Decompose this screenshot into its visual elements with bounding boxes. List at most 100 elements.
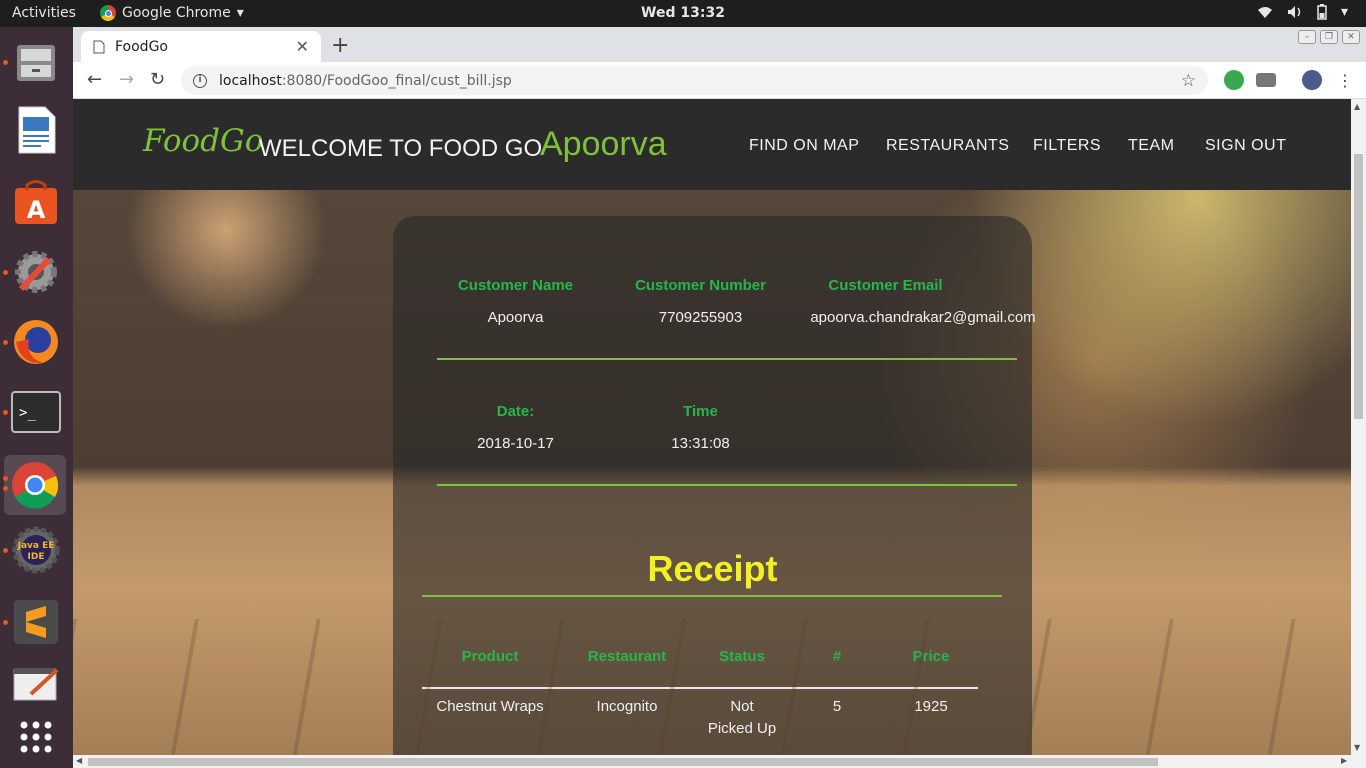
dock-running-indicator xyxy=(3,60,8,65)
customer-email-value: apoorva.chandrakar2@gmail.com xyxy=(810,309,1036,326)
col-header-qty: # xyxy=(832,648,842,665)
user-name: Apoorva xyxy=(540,125,667,163)
nav-restaurants[interactable]: RESTAURANTS xyxy=(886,137,1009,155)
page-icon xyxy=(93,40,105,53)
clock[interactable]: Wed 13:32 xyxy=(641,5,725,21)
power-menu-chevron-icon: ▾ xyxy=(1340,4,1348,20)
url-path: :8080/FoodGoo_final/cust_bill.jsp xyxy=(281,72,512,89)
table-header-rule xyxy=(422,687,978,689)
restore-button[interactable]: ❐ xyxy=(1320,30,1338,44)
close-window-button[interactable]: ✕ xyxy=(1342,30,1360,44)
dock-terminal[interactable]: >_ xyxy=(9,385,63,439)
customer-email-label: Customer Email xyxy=(828,277,943,294)
page-content: FoodGo WELCOME TO FOOD GO Apoorva FIND O… xyxy=(73,99,1351,755)
svg-text:IDE: IDE xyxy=(28,552,45,562)
dock-firefox[interactable] xyxy=(9,315,63,369)
nav-sign-out[interactable]: SIGN OUT xyxy=(1205,137,1286,155)
show-applications-button[interactable] xyxy=(9,710,63,764)
date-value: 2018-10-17 xyxy=(477,435,554,452)
nav-find-on-map[interactable]: FIND ON MAP xyxy=(749,137,859,155)
notepad-icon xyxy=(13,668,59,701)
scroll-right-arrow-icon[interactable]: ▶ xyxy=(1341,756,1347,765)
cell-qty: 5 xyxy=(832,698,842,715)
chrome-icon xyxy=(12,462,59,509)
vertical-scroll-thumb[interactable] xyxy=(1354,154,1363,419)
scroll-up-arrow-icon[interactable]: ▲ xyxy=(1354,102,1360,111)
minimize-button[interactable]: – xyxy=(1298,30,1316,44)
dock-running-indicator xyxy=(3,548,8,553)
section-divider xyxy=(437,358,1017,360)
new-tab-button[interactable]: + xyxy=(331,33,349,58)
col-header-product: Product xyxy=(461,648,519,665)
site-navbar: FoodGo WELCOME TO FOOD GO Apoorva FIND O… xyxy=(73,99,1351,190)
horizontal-scroll-thumb[interactable] xyxy=(88,758,1158,766)
dock-chrome[interactable] xyxy=(4,455,66,515)
vertical-scrollbar[interactable]: ▲ ▼ xyxy=(1351,99,1366,755)
cell-status-line1: Not xyxy=(730,698,754,715)
reload-icon[interactable]: ↻ xyxy=(150,69,165,90)
scroll-down-arrow-icon[interactable]: ▼ xyxy=(1354,743,1360,752)
url-host: localhost xyxy=(219,72,282,89)
dock-files[interactable] xyxy=(9,35,63,89)
dock-system-settings[interactable] xyxy=(9,245,63,299)
scroll-left-arrow-icon[interactable]: ◀ xyxy=(76,756,82,765)
tab-foodgo[interactable]: FoodGo ✕ xyxy=(81,31,321,62)
time-value: 13:31:08 xyxy=(671,435,730,452)
brand-logo[interactable]: FoodGo xyxy=(143,123,263,159)
col-header-status: Status xyxy=(719,648,765,665)
dock-running-indicator xyxy=(3,476,8,481)
cell-status-line2: Picked Up xyxy=(707,720,777,737)
close-tab-icon[interactable]: ✕ xyxy=(296,37,309,56)
dock-eclipse-java-ee[interactable]: Java EE IDE xyxy=(9,523,63,577)
cell-restaurant: Incognito xyxy=(596,698,658,715)
cast-extension-icon[interactable] xyxy=(1256,73,1276,87)
dock-software-center[interactable]: A xyxy=(9,175,63,229)
receipt-title: Receipt xyxy=(647,548,778,589)
welcome-text: WELCOME TO FOOD GO xyxy=(259,135,543,162)
svg-text:>_: >_ xyxy=(19,405,36,421)
address-bar[interactable]: i localhost:8080/FoodGoo_final/cust_bill… xyxy=(181,66,1208,95)
site-info-icon[interactable]: i xyxy=(193,73,207,88)
horizontal-scrollbar[interactable]: ◀ ▶ xyxy=(73,755,1366,768)
dock-sublime-text[interactable] xyxy=(9,595,63,649)
activities-button[interactable]: Activities xyxy=(12,5,76,21)
dock-libreoffice-writer[interactable] xyxy=(9,103,63,157)
app-menu[interactable]: Google Chrome ▾ xyxy=(100,5,244,21)
terminal-icon: >_ xyxy=(11,391,61,433)
dock-text-editor[interactable] xyxy=(9,657,63,711)
bill-card: Customer Name Customer Number Customer E… xyxy=(393,216,1036,755)
browser-toolbar: ← → ↻ i localhost:8080/FoodGoo_final/cus… xyxy=(73,62,1366,99)
dock-running-indicator xyxy=(3,620,8,625)
date-label: Date: xyxy=(496,403,535,420)
tab-title: FoodGo xyxy=(115,38,168,55)
svg-text:Java EE: Java EE xyxy=(17,541,55,551)
document-icon xyxy=(18,106,56,154)
chrome-icon xyxy=(100,5,116,21)
firefox-icon xyxy=(14,320,58,364)
system-tray[interactable]: ▾ xyxy=(1257,4,1348,20)
bookmark-star-icon[interactable]: ☆ xyxy=(1181,71,1196,91)
extension-icon[interactable] xyxy=(1224,70,1244,90)
forward-arrow-icon[interactable]: → xyxy=(119,69,134,90)
volume-icon xyxy=(1287,6,1301,18)
chevron-down-icon: ▾ xyxy=(236,5,244,21)
customer-name-value: Apoorva xyxy=(487,309,544,326)
java-ee-ide-icon: Java EEIDE xyxy=(12,526,60,574)
nav-team[interactable]: TEAM xyxy=(1128,137,1174,155)
battery-icon xyxy=(1317,4,1327,20)
col-header-restaurant: Restaurant xyxy=(587,648,667,665)
customer-name-label: Customer Name xyxy=(457,277,574,294)
profile-avatar[interactable] xyxy=(1302,70,1322,90)
svg-text:A: A xyxy=(27,196,46,224)
nav-filters[interactable]: FILTERS xyxy=(1033,137,1101,155)
back-arrow-icon[interactable]: ← xyxy=(87,69,102,90)
receipt-divider xyxy=(422,595,1002,597)
wifi-icon xyxy=(1257,7,1272,18)
menu-dots-icon[interactable]: ⋮ xyxy=(1337,71,1353,90)
system-top-bar: Activities Google Chrome ▾ Wed 13:32 ▾ xyxy=(0,0,1366,27)
shopping-bag-icon: A xyxy=(15,180,57,224)
window-controls: – ❐ ✕ xyxy=(1298,30,1360,44)
tab-strip: FoodGo ✕ + – ❐ ✕ xyxy=(73,27,1366,62)
dock-running-indicator xyxy=(3,270,8,275)
dock-running-indicator xyxy=(3,410,8,415)
